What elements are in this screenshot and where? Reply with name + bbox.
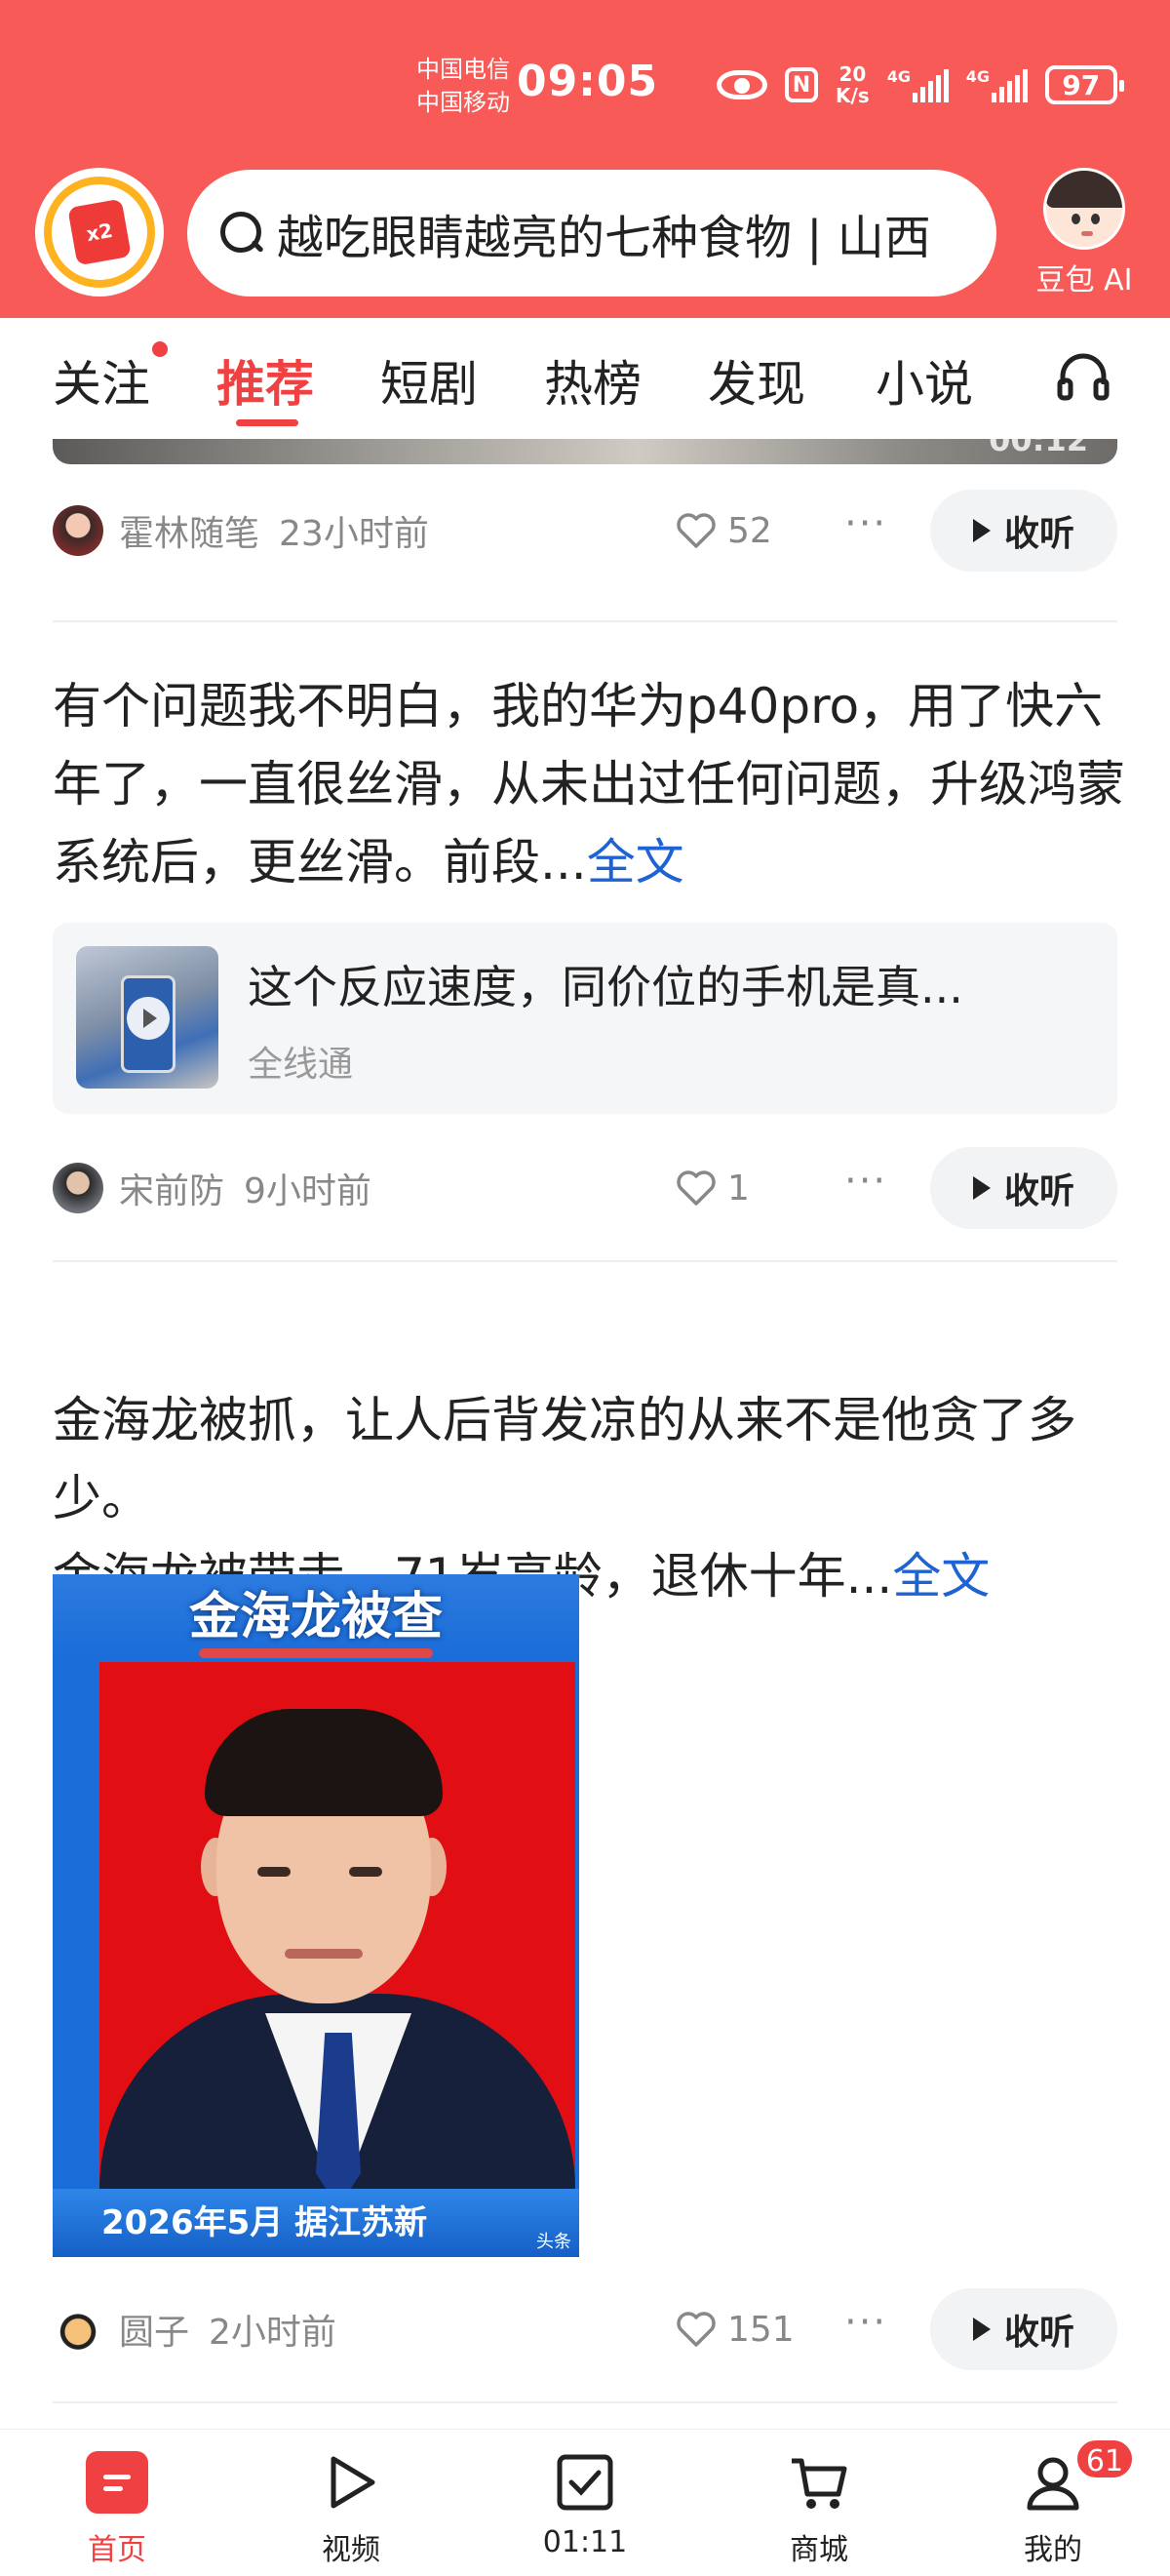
tab-discover[interactable]: 发现 <box>708 345 805 416</box>
tab-short-drama[interactable]: 短剧 <box>380 345 478 416</box>
tab-follow[interactable]: 关注 <box>53 345 150 416</box>
image-watermark: 头条 <box>536 2232 571 2252</box>
like-count: 1 <box>727 1168 750 1209</box>
tab-hot-list[interactable]: 热榜 <box>544 345 642 416</box>
status-clock: 09:05 <box>517 57 659 106</box>
like-button[interactable]: 151 <box>675 2308 795 2351</box>
ai-avatar <box>1043 168 1125 250</box>
divider <box>53 620 1117 622</box>
carrier-2: 中国移动 <box>416 89 510 116</box>
video-thumbnail[interactable] <box>76 946 218 1089</box>
read-full-link[interactable]: 全文 <box>892 1548 990 1605</box>
nav-video[interactable]: 视频 <box>283 2430 419 2576</box>
play-icon <box>972 2318 991 2341</box>
eye-comfort-icon <box>717 70 767 99</box>
like-count: 52 <box>727 510 772 551</box>
search-bar[interactable]: 越吃眼睛越亮的七种食物 | 山西 <box>187 170 996 297</box>
quoted-video-card[interactable]: 这个反应速度，同价位的手机是真... 全线通 <box>53 923 1117 1114</box>
image-caption: 2026年5月 据江苏新 <box>53 2189 579 2257</box>
top-header: 中国电信 中国移动 09:05 N 20 K/s 4G 4G 97 x2 越吃眼… <box>0 0 1170 318</box>
previous-article-image[interactable]: 00:12 <box>53 439 1117 464</box>
divider <box>53 2401 1117 2403</box>
nav-home[interactable]: 首页 <box>49 2430 185 2576</box>
post-meta-row: 圆子 2小时前 151 ··· 收听 <box>53 2288 1117 2370</box>
image-headline: 金海龙被查 <box>53 1574 579 1660</box>
quoted-source: 全线通 <box>248 1045 354 1085</box>
video-play-icon <box>331 2456 375 2509</box>
author-name[interactable]: 圆子 <box>119 2304 189 2355</box>
post-image[interactable]: 金海龙被查 2026年5月 据江苏新 头条 <box>53 1574 579 2257</box>
red-envelope-logo-button[interactable]: x2 <box>35 168 164 297</box>
logo-ring: x2 <box>44 177 155 288</box>
like-button[interactable]: 52 <box>675 509 772 552</box>
nav-mall[interactable]: 商城 <box>751 2430 887 2576</box>
like-count: 151 <box>727 2309 795 2350</box>
channel-tabs: 关注 推荐 短剧 热榜 发现 小说 <box>0 318 1170 439</box>
doubao-ai-button[interactable]: 豆包 AI <box>1026 168 1143 298</box>
new-dot-badge <box>152 341 168 357</box>
search-query: 越吃眼睛越亮的七种食物 | 山西 <box>277 211 931 265</box>
play-icon <box>972 1176 991 1200</box>
author-name[interactable]: 宋前防 <box>119 1163 224 1213</box>
tab-recommend[interactable]: 推荐 <box>216 345 314 416</box>
like-button[interactable]: 1 <box>675 1167 750 1209</box>
author-avatar[interactable] <box>53 2304 103 2355</box>
red-envelope-icon: x2 <box>67 198 132 266</box>
signal-1-icon: 4G <box>887 67 949 102</box>
post-text[interactable]: 金海龙被抓，让人后背发凉的从来不是他贪了多少。 金海龙被带走，71岁高龄，退休十… <box>53 1303 1125 1615</box>
bottom-navigation: 首页 视频 01:11 商城 61 我的 <box>0 2429 1170 2575</box>
tab-novel[interactable]: 小说 <box>876 345 973 416</box>
heart-icon <box>677 513 716 548</box>
active-tab-indicator <box>236 419 298 426</box>
quoted-title: 这个反应速度，同价位的手机是真... <box>248 961 963 1013</box>
author-name[interactable]: 霍林随笔 <box>119 505 259 556</box>
post-meta-row: 霍林随笔 23小时前 52 ··· 收听 <box>53 490 1117 572</box>
search-icon <box>220 212 263 255</box>
task-check-icon <box>557 2454 613 2511</box>
divider <box>53 1260 1117 1262</box>
post-time: 2小时前 <box>209 2313 336 2353</box>
post-time: 23小时前 <box>279 514 429 554</box>
listen-button[interactable]: 收听 <box>930 2288 1117 2370</box>
nav-profile[interactable]: 61 我的 <box>985 2430 1135 2576</box>
play-icon <box>972 519 991 542</box>
net-speed: 20 K/s <box>836 62 870 107</box>
status-icons: N 20 K/s 4G 4G 97 <box>717 60 1124 109</box>
post-time: 9小时前 <box>244 1171 371 1211</box>
home-icon <box>86 2451 148 2514</box>
cart-icon <box>792 2458 847 2509</box>
heart-icon <box>677 1170 716 1206</box>
video-play-icon <box>127 997 170 1040</box>
more-icon[interactable]: ··· <box>844 1159 887 1204</box>
read-full-link[interactable]: 全文 <box>587 834 684 891</box>
more-icon[interactable]: ··· <box>844 501 887 546</box>
battery-icon: 97 <box>1044 65 1124 104</box>
signal-2-icon: 4G <box>966 67 1028 102</box>
carrier-names: 中国电信 中国移动 <box>416 53 510 119</box>
ai-label: 豆包 AI <box>1035 263 1133 297</box>
feed-list[interactable]: 00:12 霍林随笔 23小时前 52 ··· 收听 有个问题我不明白，我的华为… <box>0 439 1170 2429</box>
status-bar: 中国电信 中国移动 09:05 N 20 K/s 4G 4G 97 <box>0 0 1170 166</box>
post-text[interactable]: 有个问题我不明白，我的华为p40pro，用了快六年了，一直很丝滑，从未出过任何问… <box>53 667 1125 901</box>
author-avatar[interactable] <box>53 1163 103 1213</box>
more-icon[interactable]: ··· <box>844 2300 887 2345</box>
heart-icon <box>677 2312 716 2347</box>
author-avatar[interactable] <box>53 505 103 556</box>
headphone-icon[interactable] <box>1057 349 1110 402</box>
listen-button[interactable]: 收听 <box>930 1147 1117 1229</box>
nav-tasks[interactable]: 01:11 <box>517 2430 653 2576</box>
post-meta-row: 宋前防 9小时前 1 ··· 收听 <box>53 1147 1117 1229</box>
notification-badge: 61 <box>1074 2437 1135 2480</box>
nfc-icon: N <box>785 67 818 102</box>
carrier-1: 中国电信 <box>416 56 510 83</box>
listen-button[interactable]: 收听 <box>930 490 1117 572</box>
